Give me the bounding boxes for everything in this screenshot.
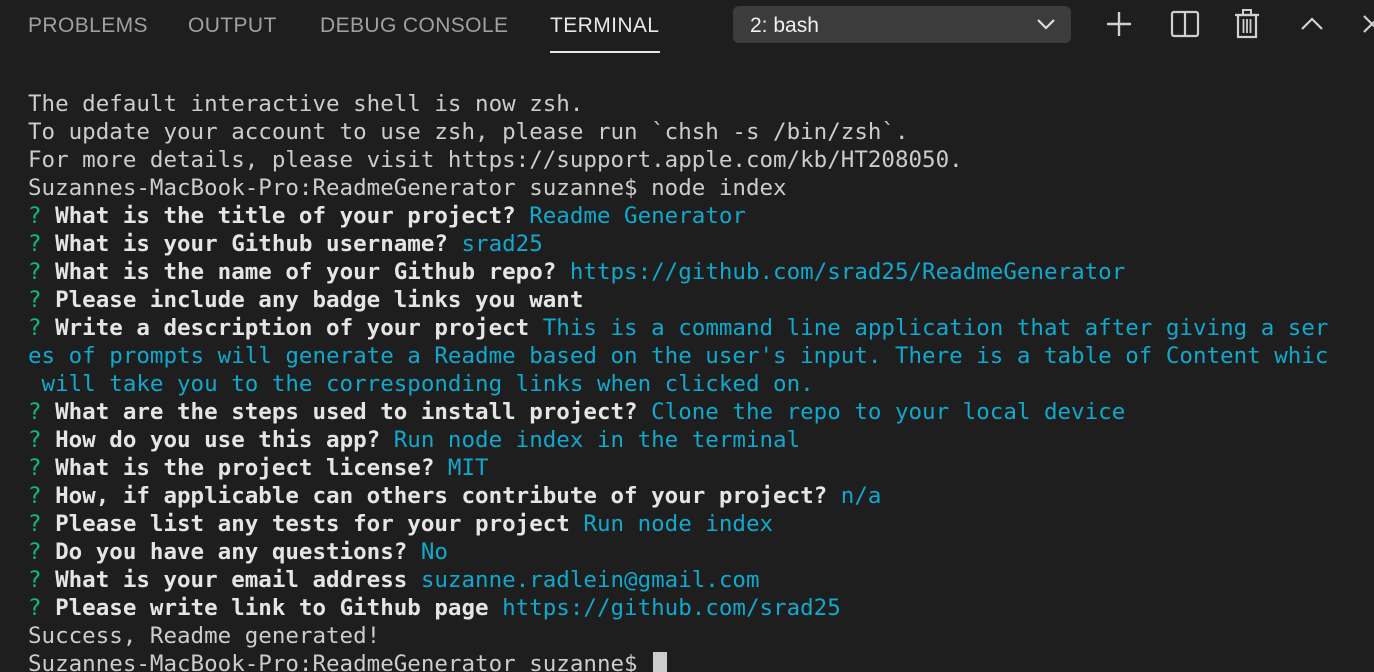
prompt-marker: ? — [28, 595, 56, 621]
prompt-answer: https://github.com/srad25/ReadmeGenerato… — [556, 259, 1126, 285]
prompt-answer: suzanne.radlein@gmail.com — [407, 567, 760, 593]
prompt-question: Do you have any questions? — [55, 539, 408, 565]
prompt-question: What is your Github username? — [55, 231, 448, 257]
prompt-line: ? What is the project license? MIT — [28, 454, 1374, 482]
prompt-question: What is your email address — [55, 567, 408, 593]
prompt-marker: ? — [28, 287, 56, 313]
prompt-line: ? Do you have any questions? No — [28, 538, 1374, 566]
prompt-question: How, if applicable can others contribute… — [55, 483, 828, 509]
terminal-line: The default interactive shell is now zsh… — [28, 91, 584, 117]
prompt-marker: ? — [28, 259, 56, 285]
prompt-question: Please write link to Github page — [55, 595, 489, 621]
tab-debug-console[interactable]: DEBUG CONSOLE — [320, 14, 508, 38]
terminal-line: Suzannes-MacBook-Pro:ReadmeGenerator suz… — [28, 175, 787, 201]
panel-header: PROBLEMS OUTPUT DEBUG CONSOLE TERMINAL 2… — [0, 0, 1374, 54]
prompt-answer: Run node index in the terminal — [380, 427, 801, 453]
prompt-line: ? What is the name of your Github repo? … — [28, 258, 1374, 286]
prompt-question: What is the title of your project? — [55, 203, 516, 229]
prompt-question: Write a description of your project — [55, 315, 530, 341]
shell-prompt: Suzannes-MacBook-Pro:ReadmeGenerator suz… — [28, 651, 652, 672]
prompt-line: ? How, if applicable can others contribu… — [28, 482, 1374, 510]
prompt-marker: ? — [28, 231, 56, 257]
terminal-output[interactable]: The default interactive shell is now zsh… — [28, 90, 1374, 672]
prompt-answer: MIT — [434, 455, 489, 481]
terminal-select-value: 2: bash — [750, 14, 819, 37]
prompt-marker: ? — [28, 203, 56, 229]
trash-icon[interactable] — [1231, 8, 1263, 40]
prompt-line: ? Please list any tests for your project… — [28, 510, 1374, 538]
prompt-marker: ? — [28, 399, 56, 425]
prompt-line: ? How do you use this app? Run node inde… — [28, 426, 1374, 454]
tab-output[interactable]: OUTPUT — [188, 14, 277, 38]
prompt-marker: ? — [28, 427, 56, 453]
prompt-line: ? Please write link to Github page https… — [28, 594, 1374, 622]
prompt-question: What is the name of your Github repo? — [55, 259, 557, 285]
terminal-line: To update your account to use zsh, pleas… — [28, 119, 909, 145]
prompt-answer: Readme Generator — [515, 203, 746, 229]
prompt-answer: No — [407, 539, 448, 565]
prompt-question: What is the project license? — [55, 455, 435, 481]
prompt-answer: Run node index — [569, 511, 774, 537]
prompt-line: ? Please include any badge links you wan… — [28, 286, 1374, 314]
prompt-line: ? What is your Github username? srad25 — [28, 230, 1374, 258]
prompt-question: Please include any badge links you want — [55, 287, 584, 313]
tab-terminal[interactable]: TERMINAL — [550, 14, 659, 38]
prompt-line: ? What are the steps used to install pro… — [28, 398, 1374, 426]
prompt-answer: n/a — [827, 483, 882, 509]
terminal-line: For more details, please visit https://s… — [28, 147, 963, 173]
prompt-marker: ? — [28, 315, 56, 341]
prompt-marker: ? — [28, 455, 56, 481]
prompt-marker: ? — [28, 539, 56, 565]
prompt-line: ? What is your email address suzanne.rad… — [28, 566, 1374, 594]
terminal-select[interactable]: 2: bash — [733, 6, 1071, 43]
prompt-marker: ? — [28, 567, 56, 593]
chevron-down-icon — [1037, 19, 1055, 30]
prompt-answer: https://github.com/srad25 — [488, 595, 841, 621]
shell-prompt-line[interactable]: Suzannes-MacBook-Pro:ReadmeGenerator suz… — [28, 650, 1374, 672]
prompt-answer-wrap: will take you to the corresponding links… — [28, 371, 814, 397]
close-icon[interactable] — [1358, 8, 1374, 40]
prompt-marker: ? — [28, 511, 56, 537]
split-icon[interactable] — [1169, 8, 1201, 40]
prompt-answer: Clone the repo to your local device — [637, 399, 1126, 425]
chevron-up-icon[interactable] — [1296, 8, 1328, 40]
active-tab-indicator — [550, 51, 660, 53]
prompt-answer: srad25 — [447, 231, 543, 257]
terminal-cursor — [653, 652, 668, 672]
success-message: Success, Readme generated! — [28, 623, 381, 649]
prompt-line: ? Write a description of your project Th… — [28, 314, 1374, 342]
prompt-answer-wrap: es of prompts will generate a Readme bas… — [28, 343, 1329, 369]
plus-icon[interactable] — [1103, 8, 1135, 40]
prompt-line: ? What is the title of your project? Rea… — [28, 202, 1374, 230]
prompt-question: Please list any tests for your project — [55, 511, 570, 537]
prompt-question: How do you use this app? — [55, 427, 381, 453]
tab-problems[interactable]: PROBLEMS — [28, 14, 148, 38]
prompt-answer: This is a command line application that … — [529, 315, 1329, 341]
prompt-question: What are the steps used to install proje… — [55, 399, 638, 425]
prompt-marker: ? — [28, 483, 56, 509]
